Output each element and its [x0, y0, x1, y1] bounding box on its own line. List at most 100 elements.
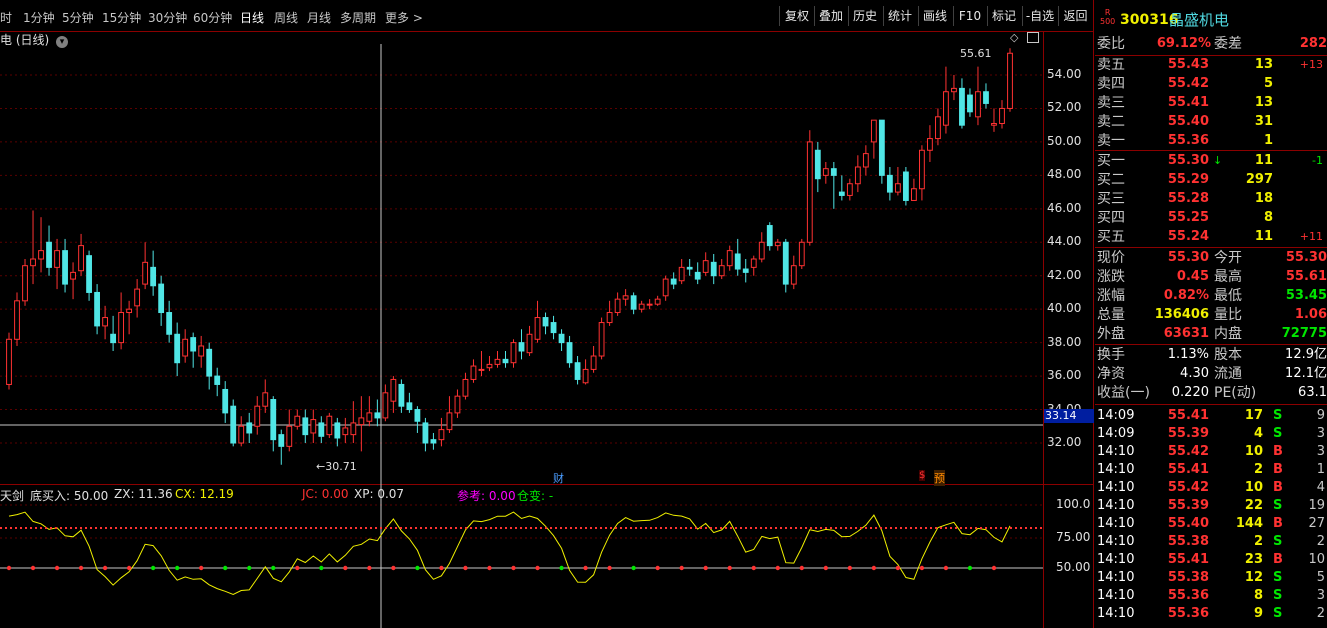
signal-dot: [223, 565, 228, 571]
ask-row[interactable]: 卖四 55.42 5: [1095, 75, 1327, 93]
candle-body: [78, 245, 84, 272]
candle-body: [838, 191, 845, 196]
ask-row[interactable]: 卖五 55.43 13 +13: [1095, 56, 1327, 74]
bid-label: 买四: [1097, 210, 1125, 226]
price-tick: 36.00: [1047, 368, 1082, 383]
ask-row[interactable]: 卖三 55.41 13: [1095, 94, 1327, 112]
signal-dot: [943, 565, 949, 571]
candle-body: [654, 298, 661, 305]
candle-body: [558, 333, 565, 344]
price-tick: 50.00: [1047, 133, 1082, 148]
candle-body: [606, 312, 613, 324]
price-tick: 44.00: [1047, 234, 1082, 249]
candle-body: [566, 342, 573, 364]
signal-dot: [559, 565, 564, 571]
tick-volume: 10: [1244, 480, 1263, 495]
tick-volume: 12: [1244, 570, 1263, 585]
tick-price: 55.42: [1167, 480, 1209, 495]
tick-price: 55.38: [1167, 570, 1209, 585]
price-tick: 32.00: [1047, 435, 1082, 449]
signal-dot: [607, 565, 612, 571]
stat-label: 净资: [1097, 366, 1125, 382]
tick-time: 14:09: [1097, 408, 1135, 423]
bid-price: 55.28: [1167, 191, 1209, 206]
candle-body: [862, 153, 869, 168]
indicator-item-dimairu: 底买入: 50.00: [30, 489, 109, 503]
financial-report-marker[interactable]: 财: [553, 470, 564, 486]
indicator-tick: 50.00: [1056, 560, 1091, 574]
candle-body: [518, 342, 525, 352]
candle-body: [326, 415, 333, 436]
ask-label: 卖一: [1097, 133, 1125, 149]
candle-body: [951, 87, 957, 93]
bid-label: 买五: [1097, 229, 1125, 245]
badge-bottom: 500: [1100, 17, 1116, 26]
indicator-name[interactable]: 天剑: [0, 487, 24, 504]
candle-body: [478, 368, 485, 371]
candle-body: [854, 166, 861, 185]
stat-label: 总量: [1097, 307, 1125, 323]
tick-count: 3: [1316, 426, 1325, 441]
indicator-tick: 100.0: [1056, 497, 1091, 511]
tick-side: B: [1273, 462, 1283, 477]
signal-dot: [631, 565, 636, 571]
candle-body: [270, 399, 277, 441]
candle-body: [590, 355, 597, 370]
candle-body: [526, 333, 533, 354]
ask-row[interactable]: 卖二 55.40 31: [1095, 113, 1327, 131]
stat-value: 55.61: [1285, 269, 1327, 284]
candle-body: [374, 412, 381, 419]
bid-row[interactable]: 买五 55.24 11 +11: [1095, 228, 1327, 246]
low-price-label: ←30.71: [316, 460, 357, 473]
ask-price: 55.41: [1167, 95, 1209, 110]
candle-body: [166, 312, 173, 335]
signal-dot: [150, 565, 156, 571]
ask-row[interactable]: 卖一 55.36 1: [1095, 132, 1327, 150]
tick-count: 3: [1316, 444, 1325, 459]
bid-row[interactable]: 买一 55.30 ↓ 11 -1: [1095, 152, 1327, 170]
tick-volume: 2: [1253, 534, 1263, 549]
bid-row[interactable]: 买二 55.29 297: [1095, 171, 1327, 189]
tick-price: 55.41: [1167, 552, 1209, 567]
candle-body: [342, 427, 349, 436]
stat-value: 0.82%: [1163, 288, 1209, 303]
tick-time: 14:10: [1097, 552, 1135, 567]
tick-side: B: [1273, 444, 1283, 459]
candle-body: [302, 417, 309, 436]
signal-dot: [102, 565, 108, 571]
candle-body: [486, 363, 493, 369]
candle-body: [446, 412, 453, 431]
candle-body: [454, 395, 461, 414]
bid-row[interactable]: 买三 55.28 18: [1095, 190, 1327, 208]
candle-body: [927, 138, 933, 151]
bid-row[interactable]: 买四 55.25 8: [1095, 209, 1327, 227]
signal-dot: [991, 565, 997, 571]
signal-dot: [967, 565, 973, 571]
ask-price: 55.42: [1167, 76, 1209, 91]
stock-name: 晶盛机电: [1169, 11, 1230, 29]
kline-chart[interactable]: [0, 0, 1094, 628]
candle-body: [230, 405, 237, 444]
panel-divider: [1095, 344, 1327, 345]
dividend-marker[interactable]: $: [919, 470, 926, 481]
signal-dot: [655, 565, 660, 571]
tick-side: S: [1273, 588, 1283, 603]
candle-body: [14, 300, 20, 340]
ask-change: [1285, 75, 1323, 93]
indicator-item-cx: CX: 12.19: [175, 487, 234, 501]
candle-body: [470, 365, 477, 380]
stat-value: 12.1亿: [1285, 366, 1327, 381]
price-tick: 38.00: [1047, 334, 1082, 349]
stat-label: 内盘: [1214, 326, 1242, 342]
candle-body: [118, 312, 125, 344]
stat-label: 换手: [1097, 347, 1125, 363]
low-price-value: 30.71: [325, 460, 357, 473]
ask-volume: 5: [1263, 76, 1273, 91]
candle-body: [334, 422, 341, 439]
tick-price: 55.38: [1167, 534, 1209, 549]
forecast-marker[interactable]: 预: [934, 470, 945, 486]
stat-value: 63.1: [1298, 385, 1327, 400]
stat-label: 涨跌: [1097, 269, 1125, 285]
stat-row: 换手 1.13% 股本 12.9亿: [1095, 346, 1327, 364]
candle-body: [318, 422, 325, 437]
